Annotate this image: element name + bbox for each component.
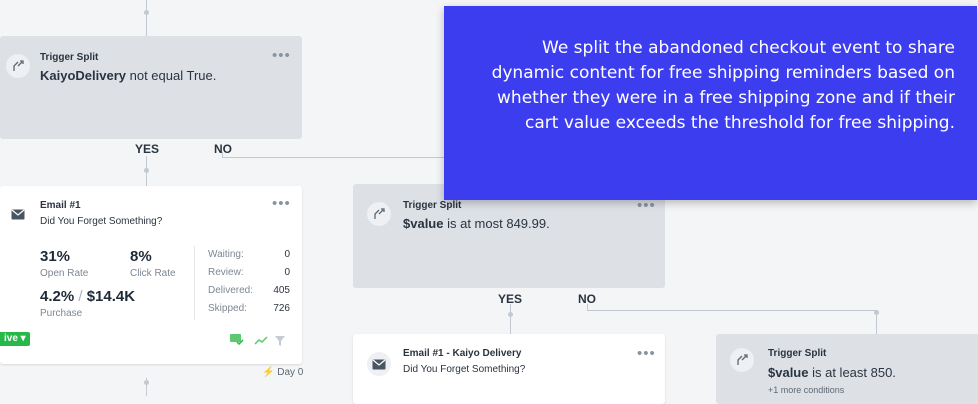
- split-title: Trigger Split: [403, 200, 462, 211]
- more-icon[interactable]: •••: [272, 196, 291, 211]
- stat-value: 726: [273, 303, 290, 314]
- open-rate-value: 31%: [40, 248, 71, 265]
- connector-dot: [144, 168, 149, 173]
- bolt-icon: ⚡: [262, 367, 275, 378]
- split-icon: [367, 202, 391, 226]
- connector-dot: [144, 10, 149, 15]
- connector-dot: [508, 312, 513, 317]
- email-subject: Did You Forget Something?: [403, 364, 526, 375]
- email-title: Email #1: [40, 200, 81, 211]
- open-rate-label: Open Rate: [40, 268, 89, 279]
- connector-dot: [874, 310, 879, 315]
- trigger-split-card-3[interactable]: Trigger Split $value is at least 850. +1…: [716, 334, 978, 404]
- stat-value: 0: [284, 267, 290, 278]
- stat-value: 405: [273, 285, 290, 296]
- more-icon[interactable]: •••: [637, 198, 656, 213]
- callout-text: We split the abandoned checkout event to…: [491, 38, 955, 133]
- stat-label: Delivered:: [208, 285, 254, 296]
- filter-icon[interactable]: [275, 333, 285, 351]
- trend-icon[interactable]: [254, 333, 268, 351]
- mail-icon: [367, 352, 391, 376]
- delay-label: ⚡ Day 0: [262, 367, 304, 378]
- email-card-2[interactable]: Email #1 - Kaiyo Delivery Did You Forget…: [353, 334, 665, 404]
- extra-conditions[interactable]: +1 more conditions: [768, 385, 844, 395]
- connector-dot: [144, 380, 149, 385]
- connector-top: [146, 0, 147, 36]
- split-icon: [6, 54, 30, 78]
- branch-no-label: NO: [578, 292, 596, 306]
- split-title: Trigger Split: [768, 348, 827, 359]
- split-icon: [730, 348, 754, 372]
- more-icon[interactable]: •••: [272, 48, 291, 63]
- connector-no-1-h: [222, 157, 452, 158]
- purchase-metric: 4.2% / $14.4K: [40, 288, 136, 305]
- stat-label: Skipped:: [208, 303, 247, 314]
- split-condition: $value is at least 850.: [768, 365, 896, 380]
- click-rate-value: 8%: [130, 248, 152, 265]
- branch-yes-label: YES: [498, 292, 523, 306]
- email-title: Email #1 - Kaiyo Delivery: [403, 348, 522, 359]
- stat-value: 0: [284, 249, 290, 260]
- branch-yes-label: YES: [135, 142, 160, 156]
- live-status-badge[interactable]: ive ▾: [0, 332, 30, 346]
- split-condition: KaiyoDelivery not equal True.: [40, 68, 217, 83]
- more-icon[interactable]: •••: [637, 346, 656, 361]
- split-title: Trigger Split: [40, 52, 99, 63]
- branch-no-label: NO: [214, 142, 232, 156]
- stats-divider: [194, 246, 195, 320]
- purchase-label: Purchase: [40, 308, 83, 319]
- mail-icon: [6, 202, 30, 226]
- stat-label: Waiting:: [208, 249, 244, 260]
- connector-no-2-h: [587, 310, 876, 311]
- trigger-split-card-1[interactable]: Trigger Split KaiyoDelivery not equal Tr…: [0, 36, 302, 139]
- connector-yes-2: [510, 304, 511, 334]
- email-subject: Did You Forget Something?: [40, 216, 163, 227]
- check-mail-icon[interactable]: [230, 332, 244, 350]
- stat-label: Review:: [208, 267, 244, 278]
- email-card-1[interactable]: Email #1 Did You Forget Something? ••• 3…: [0, 186, 302, 364]
- click-rate-label: Click Rate: [130, 268, 176, 279]
- annotation-callout: We split the abandoned checkout event to…: [444, 6, 977, 200]
- split-condition: $value is at most 849.99.: [403, 216, 550, 231]
